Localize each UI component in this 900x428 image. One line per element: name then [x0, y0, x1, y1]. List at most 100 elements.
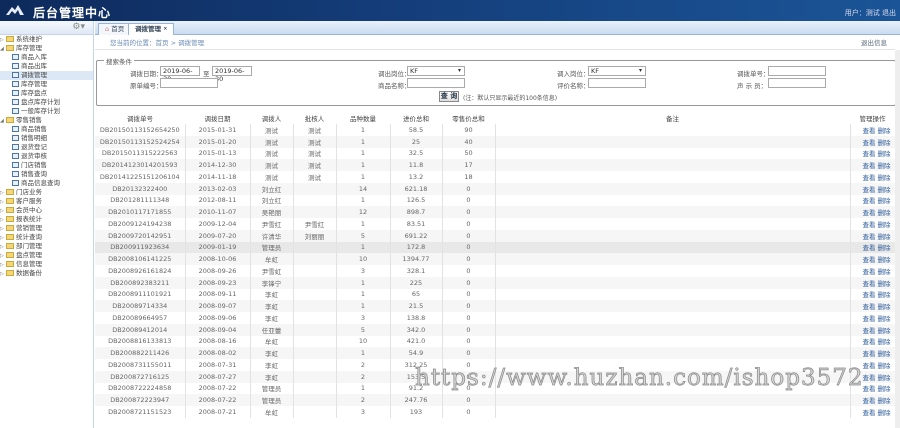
sidebar-item[interactable]: ▷ 营销管理: [0, 224, 93, 233]
sidebar-item[interactable]: ◢ 库存管理: [0, 44, 93, 53]
eval-name-input[interactable]: [588, 78, 646, 88]
view-link[interactable]: 查看: [863, 327, 876, 335]
view-link[interactable]: 查看: [863, 174, 876, 182]
view-link[interactable]: 查看: [863, 139, 876, 147]
delete-link[interactable]: 删除: [878, 280, 891, 288]
table-row[interactable]: DB20141225151206104 2014-11-18 测试 测试 1 13.2 18…: [95, 171, 895, 183]
sidebar-item[interactable]: 库存管理: [0, 80, 93, 89]
view-link[interactable]: 查看: [863, 150, 876, 158]
delete-link[interactable]: 删除: [878, 221, 891, 229]
sidebar-item[interactable]: 退货登记: [0, 143, 93, 152]
delete-link[interactable]: 删除: [878, 244, 891, 252]
table-row[interactable]: DB200872223947 2008-07-22 管理员 2 247.76 0 查看 删除: [95, 394, 895, 406]
table-row[interactable]: DB2008911101921 2008-09-11 李虹 1 65 0 查看 删除: [95, 288, 895, 301]
table-row[interactable]: DB20089714334 2008-09-07 李虹 1 21.5 0 查看 删除: [95, 300, 895, 312]
view-link[interactable]: 查看: [863, 209, 876, 217]
table-row[interactable]: DB200972014295​1 2009-07-20 许清华 刘丽丽 5 691.22 0…: [95, 229, 895, 242]
sidebar-item[interactable]: ▷ 数据备份: [0, 269, 93, 278]
sidebar-item[interactable]: 调拨管理: [0, 71, 93, 80]
transfer-no-input[interactable]: [768, 66, 826, 76]
product-name-input[interactable]: [407, 78, 465, 88]
delete-link[interactable]: 删除: [878, 327, 891, 335]
delete-link[interactable]: 删除: [878, 409, 891, 417]
delete-link[interactable]: 删除: [878, 127, 891, 135]
view-link[interactable]: 查看: [863, 268, 876, 276]
view-link[interactable]: 查看: [863, 385, 876, 393]
table-row[interactable]: DB20150113152654250 2015-01-31 测试 测试 1 58.5 90…: [95, 124, 895, 136]
sidebar-item[interactable]: 商品销售: [0, 125, 93, 134]
logout-link[interactable]: 退出信息: [861, 36, 887, 50]
sidebar-item[interactable]: ▷ 部门管理: [0, 242, 93, 251]
delete-link[interactable]: 删除: [878, 162, 891, 170]
view-link[interactable]: 查看: [863, 127, 876, 135]
delete-link[interactable]: 删除: [878, 209, 891, 217]
table-row[interactable]: DB20150113152225​63 2015-01-13 测试 测试 1 32.5 50…: [95, 147, 895, 160]
table-row[interactable]: DB20132322400 2013-02-03 刘立红 14 621.18 0 查看 删除: [95, 182, 895, 195]
table-row[interactable]: DB2008816133813 2008-08-16 牟虹 10 421.0 0 查看 删除: [95, 335, 895, 348]
view-link[interactable]: 查看: [863, 233, 876, 241]
date-from-input[interactable]: 2019-06-30: [160, 66, 200, 83]
view-link[interactable]: 查看: [863, 374, 876, 382]
sidebar-item[interactable]: 商品出库: [0, 62, 93, 71]
delete-link[interactable]: 删除: [878, 374, 891, 382]
sidebar-item[interactable]: 盘点库存计划: [0, 98, 93, 107]
sidebar-item[interactable]: ▷ 门店业务: [0, 188, 93, 197]
delete-link[interactable]: 删除: [878, 385, 891, 393]
table-row[interactable]: DB20101171718​55 2010-11-07 吴艳丽 12 898.7 0 查看删…: [95, 206, 895, 218]
table-row[interactable]: DB2009119236​34 2009-01-19 管理员 1 172.8 0 查看 删除: [95, 241, 895, 254]
date-to-input[interactable]: 2019-06-30: [212, 66, 252, 83]
table-row[interactable]: DB200882211426 2008-08-02 李虹 1 54.9 0 查看 删除: [95, 347, 895, 359]
orig-no-input[interactable]: [160, 78, 218, 88]
out-post-select[interactable]: KF: [407, 66, 465, 76]
delete-link[interactable]: 删除: [878, 362, 891, 370]
sidebar-item[interactable]: 商品信息查询: [0, 179, 93, 188]
table-row[interactable]: DB201281111348 2012-08-11 刘立红 1 126.5 0 查看 删除: [95, 194, 895, 207]
scrollbar[interactable]: [895, 50, 900, 428]
table-row[interactable]: DB20150113152524254 2015-01-20 测试 测试 1 25 40 查看…: [95, 135, 895, 148]
view-link[interactable]: 查看: [863, 397, 876, 405]
view-link[interactable]: 查看: [863, 303, 876, 311]
view-link[interactable]: 查看: [863, 315, 876, 323]
view-link[interactable]: 查看: [863, 197, 876, 205]
view-link[interactable]: 查看: [863, 291, 876, 299]
sidebar-item[interactable]: ▷ 盘点管理: [0, 251, 93, 260]
delete-link[interactable]: 删除: [878, 268, 891, 276]
view-link[interactable]: 查看: [863, 350, 876, 358]
view-link[interactable]: 查看: [863, 409, 876, 417]
sidebar-item[interactable]: 库存盘点: [0, 89, 93, 98]
delete-link[interactable]: 删除: [878, 291, 891, 299]
delete-link[interactable]: 删除: [878, 397, 891, 405]
user-info[interactable]: 用户：测试 退出: [845, 8, 896, 18]
table-row[interactable]: DB2008106141225 2008-10-06 牟虹 10 1394.77 0 查看删…: [95, 253, 895, 265]
tab-transfer[interactable]: 调拨管理 ×: [128, 23, 175, 35]
sidebar-item[interactable]: 门店销售: [0, 161, 93, 170]
view-link[interactable]: 查看: [863, 162, 876, 170]
table-row[interactable]: DB20141230142015​93 2014-12-30 测试 测试 1 11.8 17…: [95, 159, 895, 171]
sidebar-item[interactable]: 销售查询: [0, 170, 93, 179]
delete-link[interactable]: 删除: [878, 350, 891, 358]
view-link[interactable]: 查看: [863, 256, 876, 264]
view-link[interactable]: 查看: [863, 338, 876, 346]
table-row[interactable]: DB200892383211 2008-09-23 李锋宁 1 225 0 查看 删除: [95, 276, 895, 289]
delete-link[interactable]: 删除: [878, 150, 891, 158]
sidebar-item[interactable]: ▷ 信息管理: [0, 260, 93, 269]
sidebar-item[interactable]: ▷ 会员中心: [0, 206, 93, 215]
delete-link[interactable]: 删除: [878, 256, 891, 264]
table-row[interactable]: DB20087271612​5 2008-07-27 李虹 2 153.5 0 查看 删除: [95, 370, 895, 383]
tab-home[interactable]: ⌂ 首页: [98, 23, 132, 35]
table-row[interactable]: DB2008721151523 2008-07-21 牟虹 3 193 0 查看 删除: [95, 406, 895, 418]
sidebar-item[interactable]: ▷ 报表统计: [0, 215, 93, 224]
table-row[interactable]: DB20089412014 2008-09-04 任亚蕾 5 342.0 0 查看 删除: [95, 323, 895, 336]
in-post-select[interactable]: KF: [588, 66, 646, 76]
delete-link[interactable]: 删除: [878, 197, 891, 205]
table-row[interactable]: DB200912419423​8 2009-12-04 尹雪红 尹雪红 1 83.51 0 查…: [95, 218, 895, 230]
sidebar-item[interactable]: ▷ 系统维护: [0, 35, 93, 44]
delete-link[interactable]: 删除: [878, 315, 891, 323]
table-row[interactable]: DB2008926161824 2008-09-26 尹雪虹 3 328.1 0 查看 删除: [95, 265, 895, 277]
sidebar-item[interactable]: 销售明细: [0, 134, 93, 143]
table-row[interactable]: DB20089664957 2008-09-06 李虹 3 138.8 0 查看 删除: [95, 312, 895, 324]
gear-icon[interactable]: ⚙▾: [72, 22, 85, 32]
delete-link[interactable]: 删除: [878, 233, 891, 241]
delete-link[interactable]: 删除: [878, 186, 891, 194]
sidebar-item[interactable]: 一般库存计划: [0, 107, 93, 116]
